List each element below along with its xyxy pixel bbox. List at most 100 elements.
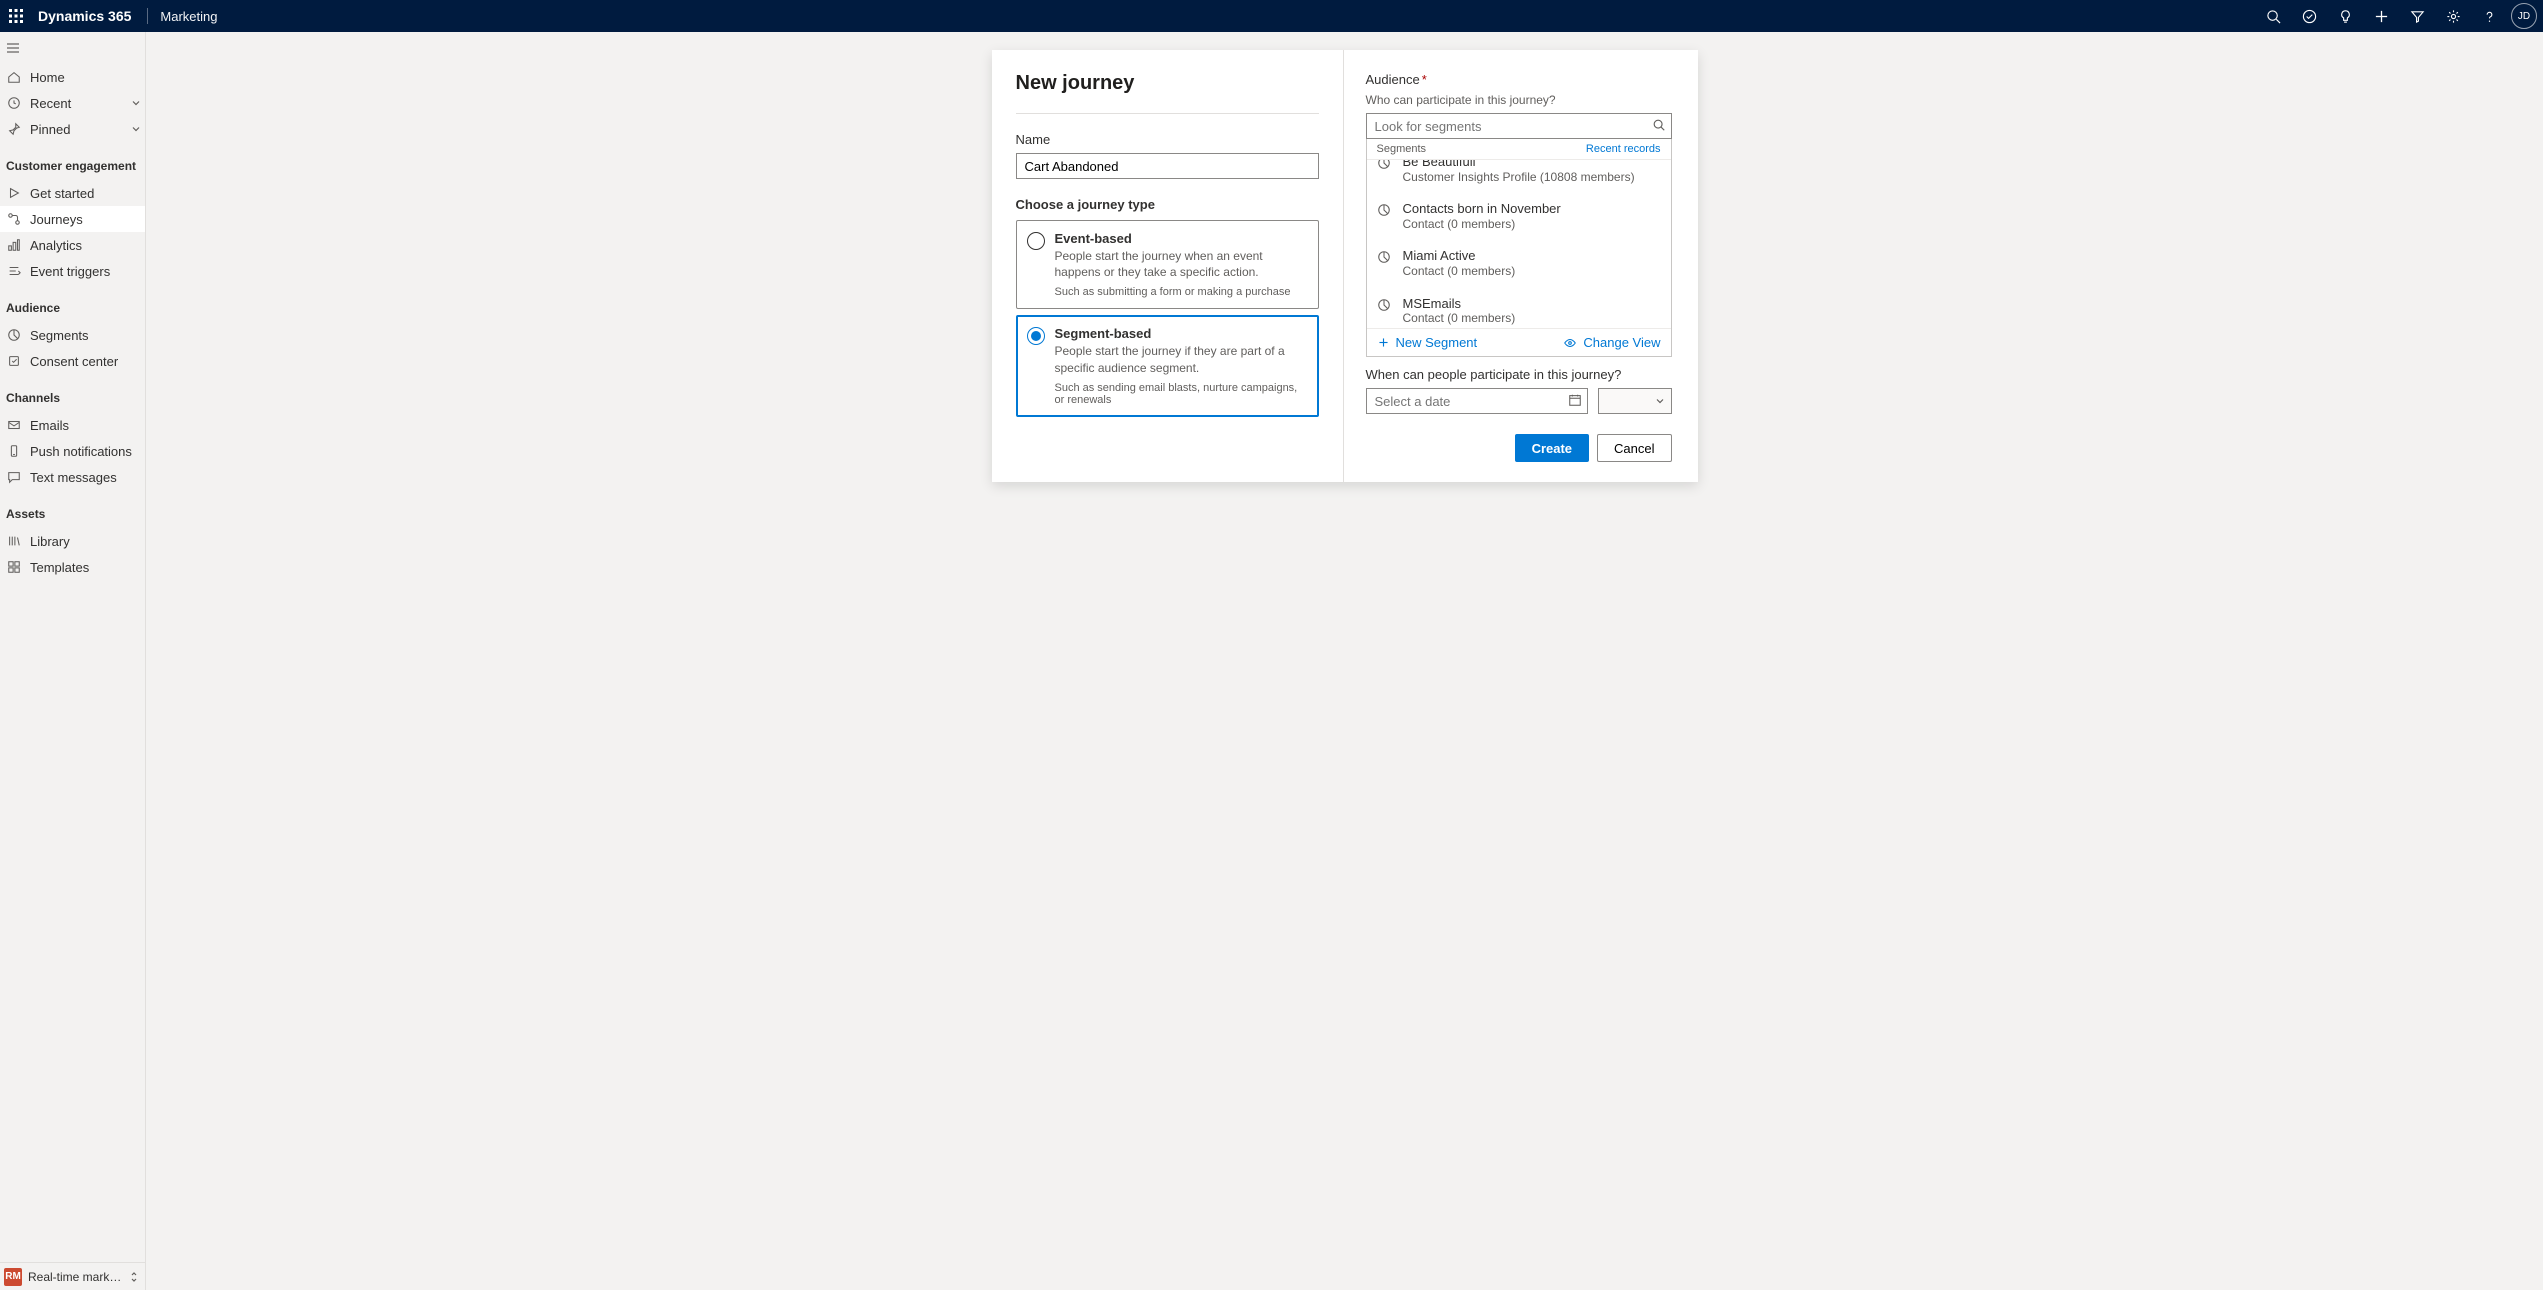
journey-name-input[interactable] bbox=[1016, 153, 1319, 179]
segment-option[interactable]: Contacts born in NovemberContact (0 memb… bbox=[1367, 193, 1671, 240]
task-icon[interactable] bbox=[2291, 0, 2327, 32]
area-switcher[interactable]: RM Real-time marketi... bbox=[0, 1262, 145, 1290]
date-input-wrapper[interactable] bbox=[1366, 388, 1588, 414]
lightbulb-icon[interactable] bbox=[2327, 0, 2363, 32]
option-title: Segment-based bbox=[1055, 326, 1306, 341]
home-icon bbox=[6, 70, 22, 84]
option-event-based[interactable]: Event-based People start the journey whe… bbox=[1016, 220, 1319, 309]
cancel-button[interactable]: Cancel bbox=[1597, 434, 1671, 462]
segment-name: Miami Active bbox=[1403, 248, 1516, 264]
date-row bbox=[1366, 388, 1672, 414]
recent-records-link[interactable]: Recent records bbox=[1586, 143, 1661, 155]
sidebar-item-label: Text messages bbox=[30, 470, 145, 485]
sidebar-item-label: Home bbox=[30, 70, 145, 85]
sidebar-item-analytics[interactable]: Analytics bbox=[0, 232, 145, 258]
add-icon[interactable] bbox=[2363, 0, 2399, 32]
radio-event-based[interactable] bbox=[1027, 232, 1045, 250]
sidebar-section-channels: Channels bbox=[0, 384, 145, 412]
chevron-down-icon bbox=[1655, 396, 1665, 406]
app-launcher-icon[interactable] bbox=[0, 0, 32, 32]
name-label: Name bbox=[1016, 132, 1319, 147]
segment-option[interactable]: MSEmailsContact (0 members) bbox=[1367, 288, 1671, 328]
segment-icon bbox=[6, 328, 22, 342]
filter-icon[interactable] bbox=[2399, 0, 2435, 32]
sidebar-item-get-started[interactable]: Get started bbox=[0, 180, 145, 206]
option-example: Such as submitting a form or making a pu… bbox=[1055, 286, 1306, 298]
avatar-initials: JD bbox=[2518, 11, 2530, 22]
time-select[interactable] bbox=[1598, 388, 1672, 414]
app-area-label[interactable]: Marketing bbox=[152, 9, 225, 24]
suite-header: Dynamics 365 Marketing JD bbox=[0, 0, 2543, 32]
calendar-icon[interactable] bbox=[1568, 393, 1582, 407]
help-icon[interactable] bbox=[2471, 0, 2507, 32]
sidebar-item-label: Journeys bbox=[30, 212, 145, 227]
segment-option[interactable]: Be BeautifullCustomer Insights Profile (… bbox=[1367, 160, 1671, 193]
change-view-label: Change View bbox=[1583, 335, 1660, 350]
sidebar-item-push[interactable]: Push notifications bbox=[0, 438, 145, 464]
main-area: New journey Name Choose a journey type E… bbox=[146, 32, 2543, 1290]
sidebar-item-label: Analytics bbox=[30, 238, 145, 253]
audience-hint: Who can participate in this journey? bbox=[1366, 93, 1672, 107]
updown-icon bbox=[129, 1271, 145, 1283]
push-icon bbox=[6, 444, 22, 458]
sidebar: Home Recent Pinned Customer engagement G… bbox=[0, 32, 146, 1290]
sidebar-item-emails[interactable]: Emails bbox=[0, 412, 145, 438]
sidebar-item-label: Recent bbox=[30, 96, 119, 111]
sidebar-item-event-triggers[interactable]: Event triggers bbox=[0, 258, 145, 284]
sidebar-section-engagement: Customer engagement bbox=[0, 152, 145, 180]
chat-icon bbox=[6, 470, 22, 484]
new-segment-label: New Segment bbox=[1396, 335, 1478, 350]
dropdown-header: Segments Recent records bbox=[1367, 139, 1671, 160]
sidebar-item-library[interactable]: Library bbox=[0, 528, 145, 554]
start-date-input[interactable] bbox=[1366, 388, 1588, 414]
trigger-icon bbox=[6, 264, 22, 278]
segment-option[interactable]: Miami ActiveContact (0 members) bbox=[1367, 240, 1671, 287]
sidebar-item-segments[interactable]: Segments bbox=[0, 322, 145, 348]
segment-search-input[interactable] bbox=[1366, 113, 1672, 139]
option-segment-based[interactable]: Segment-based People start the journey i… bbox=[1016, 315, 1319, 416]
header-divider bbox=[147, 8, 148, 24]
journey-icon bbox=[6, 212, 22, 226]
sidebar-item-text-messages[interactable]: Text messages bbox=[0, 464, 145, 490]
search-icon[interactable] bbox=[1652, 118, 1666, 132]
option-description: People start the journey if they are par… bbox=[1055, 343, 1306, 375]
segment-name: MSEmails bbox=[1403, 296, 1516, 312]
sidebar-item-consent-center[interactable]: Consent center bbox=[0, 348, 145, 374]
consent-icon bbox=[6, 354, 22, 368]
dialog-buttons: Create Cancel bbox=[1366, 434, 1672, 462]
library-icon bbox=[6, 534, 22, 548]
new-segment-link[interactable]: New Segment bbox=[1377, 335, 1478, 350]
segment-subtitle: Contact (0 members) bbox=[1403, 264, 1516, 280]
sidebar-item-templates[interactable]: Templates bbox=[0, 554, 145, 580]
sidebar-item-journeys[interactable]: Journeys bbox=[0, 206, 145, 232]
segment-icon bbox=[1377, 250, 1393, 264]
segment-name: Be Beautifull bbox=[1403, 160, 1635, 170]
sidebar-section-audience: Audience bbox=[0, 294, 145, 322]
chevron-down-icon bbox=[127, 124, 145, 134]
sidebar-section-assets: Assets bbox=[0, 500, 145, 528]
create-button[interactable]: Create bbox=[1515, 434, 1589, 462]
segment-icon bbox=[1377, 298, 1393, 312]
segment-subtitle: Customer Insights Profile (10808 members… bbox=[1403, 170, 1635, 186]
template-icon bbox=[6, 560, 22, 574]
segment-lookup[interactable] bbox=[1366, 113, 1672, 139]
settings-icon[interactable] bbox=[2435, 0, 2471, 32]
sidebar-item-recent[interactable]: Recent bbox=[0, 90, 145, 116]
plus-icon bbox=[1377, 336, 1390, 349]
dialog-left-column: New journey Name Choose a journey type E… bbox=[992, 50, 1344, 482]
segment-icon bbox=[1377, 160, 1393, 170]
sidebar-item-label: Library bbox=[30, 534, 145, 549]
dialog-separator bbox=[1016, 113, 1319, 114]
search-icon[interactable] bbox=[2255, 0, 2291, 32]
segment-list[interactable]: Be BeautifullCustomer Insights Profile (… bbox=[1367, 160, 1671, 328]
sidebar-item-label: Get started bbox=[30, 186, 145, 201]
change-view-link[interactable]: Change View bbox=[1563, 335, 1660, 350]
option-title: Event-based bbox=[1055, 231, 1306, 246]
dialog-right-column: Audience* Who can participate in this jo… bbox=[1344, 50, 1698, 482]
user-avatar[interactable]: JD bbox=[2511, 3, 2537, 29]
sidebar-item-label: Templates bbox=[30, 560, 145, 575]
sidebar-item-pinned[interactable]: Pinned bbox=[0, 116, 145, 142]
sidebar-toggle-icon[interactable] bbox=[0, 32, 145, 64]
sidebar-item-home[interactable]: Home bbox=[0, 64, 145, 90]
radio-segment-based[interactable] bbox=[1027, 327, 1045, 345]
